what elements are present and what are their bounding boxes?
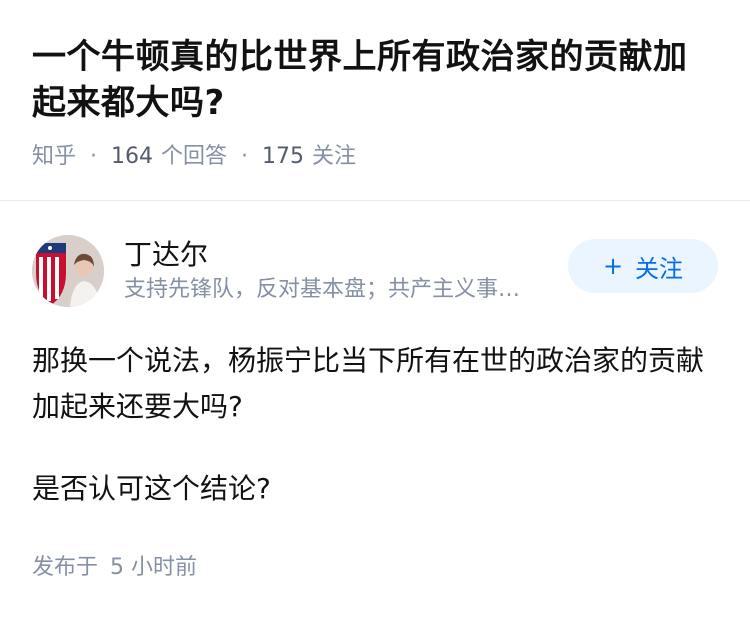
question-header: 一个牛顿真的比世界上所有政治家的贡献加起来都大吗? 知乎 · 164 个回答 ·…: [0, 0, 750, 172]
follow-button[interactable]: + 关注: [568, 239, 718, 293]
answer-card: 丁达尔 支持先锋队，反对基本盘；共产主义事业的接班人 + 关注 那换一个说法，杨…: [32, 234, 718, 548]
plus-icon: +: [602, 252, 624, 280]
author-bio: 支持先锋队，反对基本盘；共产主义事业的接班人: [124, 277, 536, 302]
meta-separator: ·: [241, 144, 249, 169]
answer-content: 那换一个说法，杨振宁比当下所有在世的政治家的贡献加起来还要大吗? 是否认可这个结…: [32, 338, 718, 512]
author-info: 丁达尔 支持先锋队，反对基本盘；共产主义事业的接班人: [124, 237, 568, 305]
answer-paragraph: 那换一个说法，杨振宁比当下所有在世的政治家的贡献加起来还要大吗?: [32, 344, 705, 423]
follow-count: 175: [262, 144, 305, 169]
answer-count: 164: [111, 144, 154, 169]
posted-time: 发布于 5 小时前: [32, 552, 197, 584]
section-divider: [0, 200, 750, 201]
answer-count-label: 个回答: [161, 144, 228, 169]
question-meta: 知乎 · 164 个回答 · 175 关注: [32, 142, 718, 172]
author-name[interactable]: 丁达尔: [124, 237, 568, 273]
question-title[interactable]: 一个牛顿真的比世界上所有政治家的贡献加起来都大吗?: [32, 34, 718, 126]
author-row: 丁达尔 支持先锋队，反对基本盘；共产主义事业的接班人 + 关注: [32, 234, 718, 308]
posted-time-value: 5 小时前: [110, 555, 198, 580]
meta-separator: ·: [90, 144, 98, 169]
avatar-image: [32, 235, 104, 307]
author-avatar[interactable]: [32, 235, 104, 307]
answer-paragraph: 是否认可这个结论?: [32, 472, 271, 505]
posted-prefix: 发布于: [32, 555, 99, 580]
follow-button-label: 关注: [635, 254, 684, 283]
source-label: 知乎: [32, 144, 77, 169]
follow-count-label: 关注: [312, 144, 357, 169]
